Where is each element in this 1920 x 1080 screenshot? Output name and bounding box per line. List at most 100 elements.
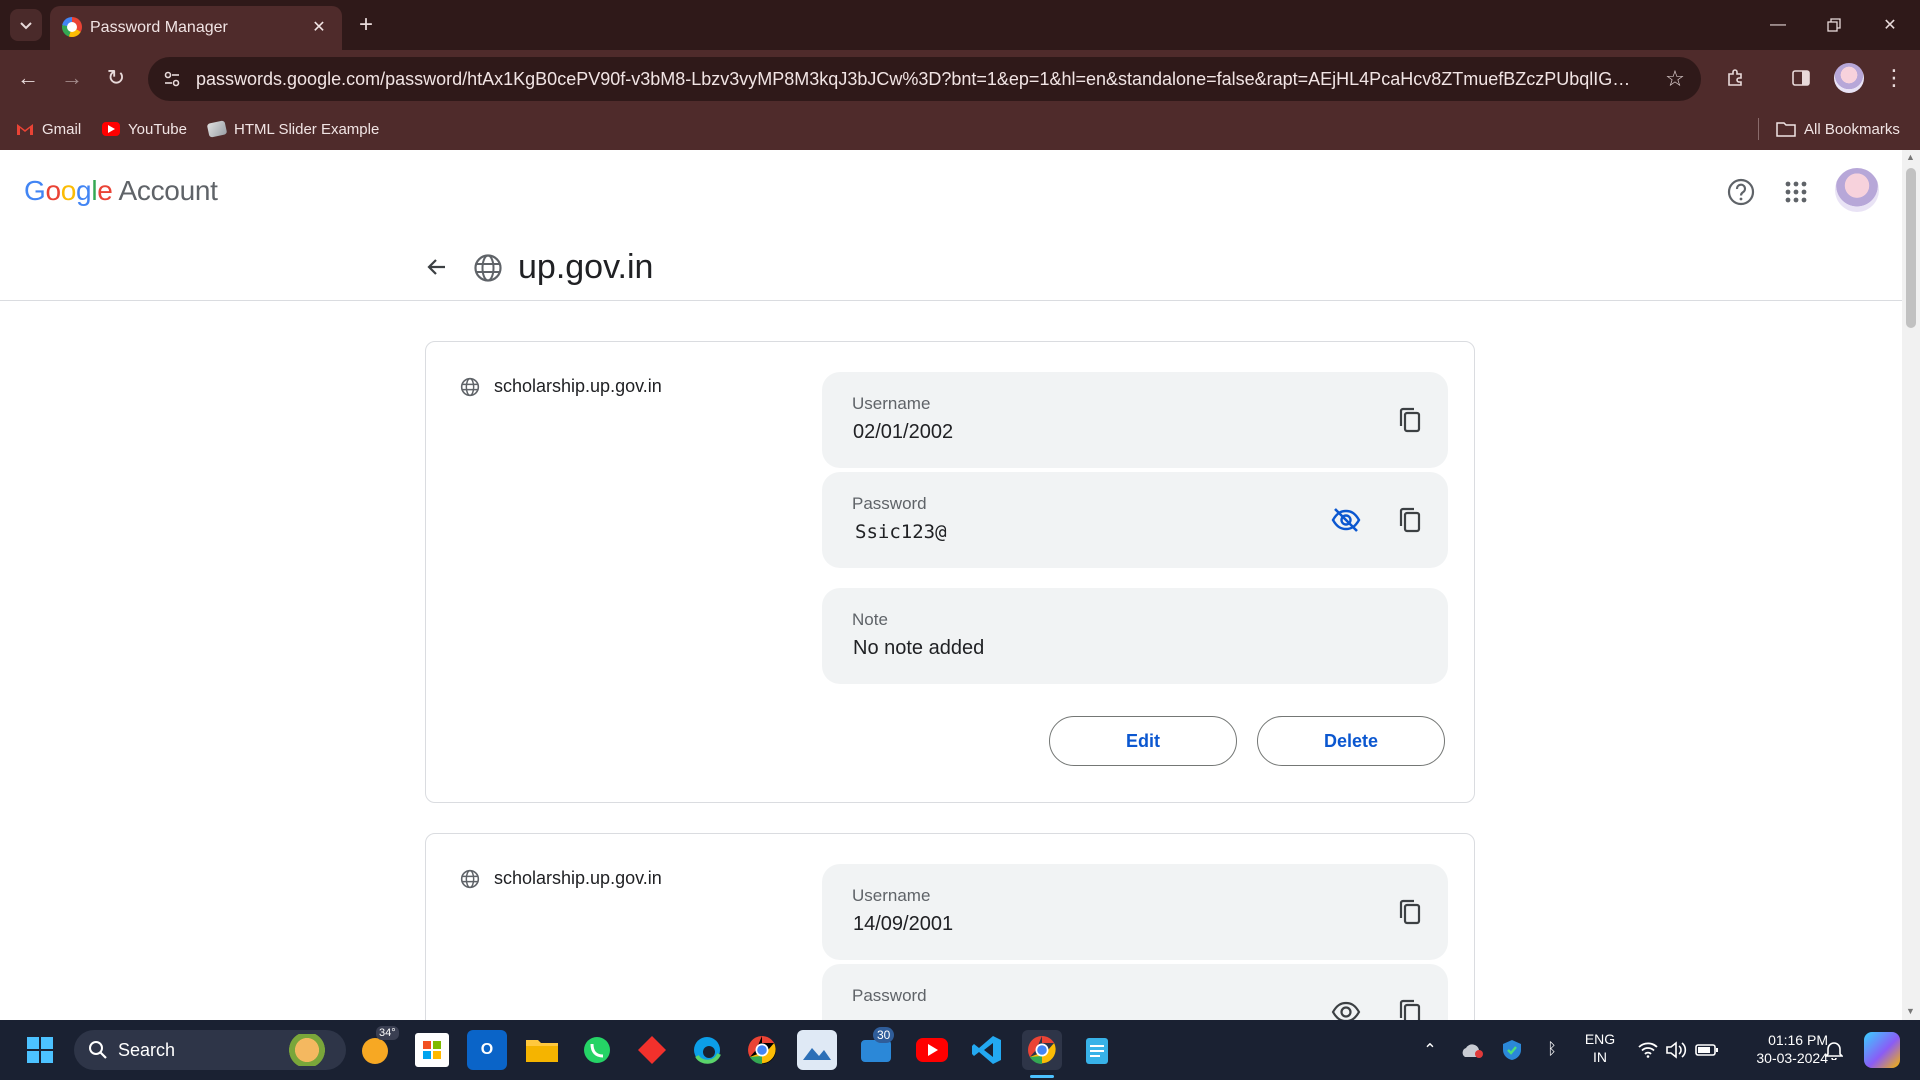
restore-icon[interactable] xyxy=(1806,0,1862,50)
site-header: up.gov.in xyxy=(0,248,1902,290)
active-app-indicator xyxy=(1030,1075,1054,1078)
reload-icon[interactable]: ↻ xyxy=(96,58,136,98)
copy-icon[interactable] xyxy=(1392,894,1428,930)
weather-widget[interactable]: 34° xyxy=(358,1026,399,1070)
clock[interactable]: 01:16 PM 30-03-2024 xyxy=(1728,1031,1828,1067)
chrome-icon[interactable] xyxy=(742,1030,782,1070)
password-label: Password xyxy=(852,494,927,513)
bookmark-gmail[interactable]: Gmail xyxy=(16,116,81,142)
credential-card: scholarship.up.gov.in Username 02/01/200… xyxy=(425,341,1475,803)
all-bookmarks-button[interactable]: All Bookmarks xyxy=(1776,116,1900,142)
microsoft-store-icon[interactable] xyxy=(412,1030,452,1070)
windows-taskbar: Search 34° O 30 ⌃ ᛒ ENG IN 01:16 PM 30-0… xyxy=(0,1020,1920,1080)
bookmark-label: HTML Slider Example xyxy=(234,120,380,138)
account-avatar[interactable] xyxy=(1835,168,1879,212)
new-tab-plus-icon[interactable]: + xyxy=(350,9,382,41)
language-indicator[interactable]: ENG IN xyxy=(1578,1030,1622,1066)
edit-button[interactable]: Edit xyxy=(1049,716,1237,766)
show-hidden-icons-chevron-icon[interactable]: ⌃ xyxy=(1418,1038,1442,1062)
bookmark-label: Gmail xyxy=(42,120,82,138)
extensions-icon[interactable] xyxy=(1716,58,1756,98)
browser-toolbar: ← → ↻ passwords.google.com/password/htAx… xyxy=(0,50,1920,108)
password-label: Password xyxy=(852,986,927,1005)
username-label: Username xyxy=(852,886,931,905)
google-wordmark: Google xyxy=(24,175,113,206)
username-value: 14/09/2001 xyxy=(853,913,954,935)
windows-start-icon[interactable] xyxy=(20,1030,60,1070)
red-diamond-app-icon[interactable] xyxy=(632,1030,672,1070)
battery-icon[interactable] xyxy=(1694,1038,1720,1062)
onedrive-icon[interactable] xyxy=(1458,1038,1486,1062)
youtube-icon xyxy=(102,122,120,136)
profile-avatar[interactable] xyxy=(1834,63,1864,93)
address-bar[interactable]: passwords.google.com/password/htAx1KgB0c… xyxy=(148,57,1701,101)
password-field[interactable]: Password Ssic123@ xyxy=(822,472,1448,568)
file-explorer-icon[interactable] xyxy=(522,1030,562,1070)
site-title: up.gov.in xyxy=(518,248,654,286)
scroll-up-arrow-icon[interactable]: ▲ xyxy=(1906,152,1915,162)
forward-arrow-icon[interactable]: → xyxy=(52,58,92,98)
vscode-icon[interactable] xyxy=(967,1030,1007,1070)
tab-search-chevron-icon[interactable] xyxy=(10,9,42,41)
copilot-icon[interactable] xyxy=(1864,1032,1900,1068)
notification-bell-icon[interactable] xyxy=(1822,1038,1846,1062)
minimize-icon[interactable]: — xyxy=(1750,0,1806,50)
clock-time: 01:16 PM xyxy=(1768,1032,1828,1048)
volume-icon[interactable] xyxy=(1664,1038,1688,1062)
weather-temperature: 34° xyxy=(376,1026,399,1040)
page-scrollbar[interactable]: ▲ ▼ xyxy=(1902,150,1920,1020)
wifi-icon[interactable] xyxy=(1636,1038,1660,1062)
username-value: 02/01/2002 xyxy=(853,421,954,443)
back-arrow-icon[interactable]: ← xyxy=(8,58,48,98)
delete-button[interactable]: Delete xyxy=(1257,716,1445,766)
credential-origin: scholarship.up.gov.in xyxy=(460,868,662,889)
side-panel-icon[interactable] xyxy=(1781,58,1821,98)
close-tab-icon[interactable]: ✕ xyxy=(304,12,334,42)
photos-icon[interactable] xyxy=(797,1030,837,1070)
taskbar-search-box[interactable]: Search xyxy=(74,1030,346,1070)
clock-date: 30-03-2024 xyxy=(1756,1050,1828,1066)
bookmarks-divider xyxy=(1758,118,1759,140)
username-field[interactable]: Username 02/01/2002 xyxy=(822,372,1448,468)
account-wordmark: Account xyxy=(118,175,218,206)
credential-origin: scholarship.up.gov.in xyxy=(460,376,662,397)
back-arrow-icon[interactable] xyxy=(420,250,454,284)
bluetooth-icon[interactable]: ᛒ xyxy=(1540,1038,1564,1062)
active-tab[interactable]: Password Manager ✕ xyxy=(50,6,342,50)
mail-app-icon[interactable]: 30 xyxy=(857,1027,897,1070)
note-field[interactable]: Note No note added xyxy=(822,588,1448,684)
bookmark-youtube[interactable]: YouTube xyxy=(102,116,187,142)
password-field[interactable]: Password xyxy=(822,964,1448,1020)
google-account-logo[interactable]: Google Account xyxy=(24,175,218,207)
bookmark-star-icon[interactable]: ☆ xyxy=(1659,63,1691,95)
notepad-icon[interactable] xyxy=(1077,1030,1117,1070)
edge-icon[interactable] xyxy=(687,1030,727,1070)
bookmark-label: YouTube xyxy=(128,120,187,138)
site-info-icon[interactable] xyxy=(158,65,186,93)
note-label: Note xyxy=(852,610,888,629)
scroll-down-arrow-icon[interactable]: ▼ xyxy=(1906,1006,1915,1016)
bookmark-html-slider-example[interactable]: HTML Slider Example xyxy=(206,116,380,142)
scrollbar-thumb[interactable] xyxy=(1906,168,1916,328)
google-apps-grid-icon[interactable] xyxy=(1776,172,1816,212)
browser-menu-kebab-icon[interactable]: ⋮ xyxy=(1874,58,1914,98)
copy-icon[interactable] xyxy=(1392,402,1428,438)
copy-icon[interactable] xyxy=(1392,994,1428,1020)
username-field[interactable]: Username 14/09/2001 xyxy=(822,864,1448,960)
globe-icon xyxy=(472,252,504,284)
hide-password-eye-off-icon[interactable] xyxy=(1328,502,1364,538)
show-password-eye-icon[interactable] xyxy=(1328,994,1364,1020)
youtube-app-icon[interactable] xyxy=(912,1030,952,1070)
url-text[interactable]: passwords.google.com/password/htAx1KgB0c… xyxy=(196,69,1636,90)
chrome-profile-active-icon[interactable] xyxy=(1022,1030,1062,1070)
close-window-icon[interactable]: ✕ xyxy=(1862,0,1918,50)
origin-label: scholarship.up.gov.in xyxy=(494,376,662,396)
help-icon[interactable] xyxy=(1721,172,1761,212)
security-shield-icon[interactable] xyxy=(1498,1038,1526,1062)
browser-tab-strip: Password Manager ✕ + — ✕ xyxy=(0,0,1920,50)
whatsapp-icon[interactable] xyxy=(577,1030,617,1070)
copy-icon[interactable] xyxy=(1392,502,1428,538)
all-bookmarks-label: All Bookmarks xyxy=(1804,120,1900,138)
outlook-icon[interactable]: O xyxy=(467,1030,507,1070)
header-divider xyxy=(0,300,1902,301)
